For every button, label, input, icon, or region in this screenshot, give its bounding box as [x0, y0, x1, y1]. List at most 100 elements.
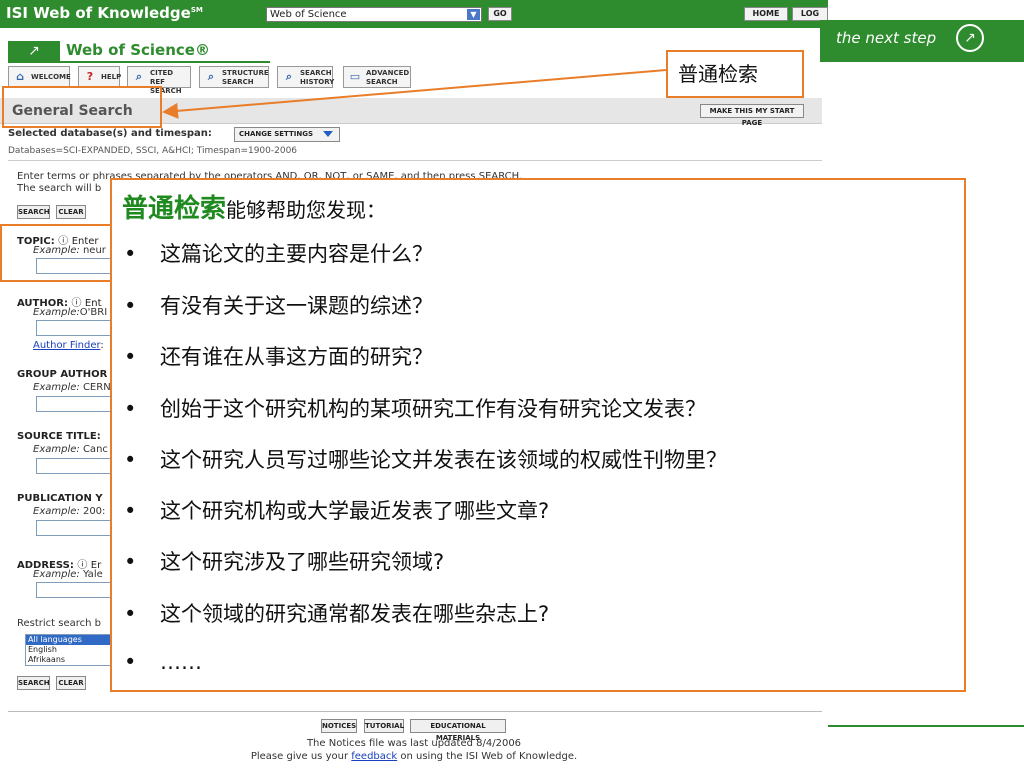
toolbar-label: SEARCH — [366, 78, 398, 86]
example-value: CERN — [82, 382, 111, 393]
magnifier-icon: ⌕ — [135, 70, 143, 83]
explanation-title-highlight: 普通检索 — [122, 194, 227, 224]
bullet-dot: • — [124, 397, 137, 421]
bullet-dot: • — [124, 345, 137, 369]
home-icon: ⌂ — [16, 70, 24, 83]
advanced-search-icon: ▭ — [349, 70, 361, 83]
clear-button[interactable]: CLEAR — [56, 205, 86, 219]
example-value: O'BRI — [79, 307, 108, 318]
toolbar-label: HISTORY — [300, 78, 335, 86]
title-highlight-box — [2, 86, 162, 128]
bullet-item: • …… — [124, 650, 202, 674]
list-item[interactable]: Afrikaans — [26, 655, 114, 665]
wos-name-mark: ® — [194, 41, 210, 59]
explanation-title: 普通检索能够帮助您发现： — [122, 188, 386, 225]
change-settings-button[interactable]: CHANGE SETTINGS — [234, 127, 340, 142]
author-finder-text[interactable]: Author Finder — [33, 340, 100, 351]
toolbar-structure-button[interactable]: ⌕ STRUCTURE SEARCH — [199, 66, 269, 88]
wos-logo: ↗ Web of Science® — [8, 41, 270, 63]
bullet-item: • 这个研究机构或大学最近发表了哪些文章? — [124, 495, 549, 525]
bullet-text: 还有谁在从事这方面的研究？ — [160, 345, 433, 369]
search-button[interactable]: SEARCH — [17, 205, 50, 219]
make-start-page-button[interactable]: MAKE THIS MY START PAGE — [700, 104, 804, 127]
example-label: Example: — [33, 444, 80, 455]
brand-title: ISI Web of KnowledgeSM — [6, 4, 203, 22]
bullet-item: • 创始于这个研究机构的某项研究工作有没有研究论文发表？ — [124, 393, 706, 423]
brand-mark: SM — [190, 6, 203, 14]
toolbar-label: HELP — [101, 73, 122, 81]
example-label: Example: — [33, 506, 80, 517]
publication-year-label: PUBLICATION Y — [17, 493, 103, 504]
go-button[interactable]: GO — [488, 7, 512, 21]
source-title-example: Example: Canc — [33, 444, 108, 455]
source-title-label: SOURCE TITLE: — [17, 431, 101, 442]
divider — [8, 160, 822, 161]
bullet-item: • 这篇论文的主要内容是什么？ — [124, 238, 433, 268]
notices-button[interactable]: NOTICES — [321, 719, 357, 733]
example-label: Example: — [33, 569, 80, 580]
wos-name: Web of Science® — [66, 41, 210, 59]
example-label: Example: — [33, 245, 80, 256]
toolbar-label: SEARCH — [300, 69, 332, 77]
chevron-down-icon: ▼ — [467, 9, 480, 20]
toolbar-help-button[interactable]: ? HELP — [78, 66, 122, 88]
wos-name-text: Web of Science — [66, 41, 195, 59]
toolbar-label: SEARCH — [222, 78, 254, 86]
explanation-panel: 普通检索能够帮助您发现： • 这篇论文的主要内容是什么？ • 有没有关于这一课题的综… — [110, 178, 966, 692]
bullet-text: 这篇论文的主要内容是什么？ — [160, 242, 433, 266]
example-label: Example: — [33, 382, 80, 393]
logout-button[interactable]: LOG OUT — [792, 7, 828, 21]
restrict-label: Restrict search b — [17, 618, 102, 629]
footer-feedback: Please give us your feedback on using th… — [0, 751, 828, 762]
educational-materials-button[interactable]: EDUCATIONAL MATERIALS — [410, 719, 506, 742]
group-author-label: GROUP AUTHOR — [17, 369, 108, 380]
topic-example: Example: neur — [33, 245, 106, 256]
slogan-text: the next step — [836, 29, 937, 47]
author-example: Example:O'BRI — [33, 307, 107, 318]
toolbar-welcome-button[interactable]: ⌂ WELCOME — [8, 66, 71, 88]
brand-name: ISI Web of Knowledge — [6, 4, 191, 22]
toolbar-history-button[interactable]: ⌕ SEARCH HISTORY — [277, 66, 335, 88]
footer-feedback-pre: Please give us your — [250, 751, 352, 762]
bullet-text: 这个研究机构或大学最近发表了哪些文章? — [160, 499, 550, 523]
feedback-link[interactable]: feedback — [351, 751, 397, 762]
wos-swoosh-icon: ↗ — [8, 41, 60, 61]
example-value: Yale — [82, 569, 103, 580]
bullet-text: 创始于这个研究机构的某项研究工作有没有研究论文发表？ — [160, 397, 706, 421]
home-button[interactable]: HOME — [744, 7, 788, 21]
bullet-dot: • — [124, 294, 137, 318]
language-listbox[interactable]: All languages English Afrikaans — [25, 634, 115, 666]
bullet-item: • 这个领域的研究通常都发表在哪些杂志上? — [124, 598, 549, 628]
tutorial-button[interactable]: TUTORIAL — [364, 719, 404, 733]
example-label: Example: — [33, 307, 80, 318]
bullet-text: 这个研究涉及了哪些研究领域? — [160, 550, 445, 574]
bullet-text: 这个领域的研究通常都发表在哪些杂志上? — [160, 602, 550, 626]
example-value: neur — [82, 245, 106, 256]
list-item[interactable]: All languages — [26, 635, 114, 645]
top-bar: ISI Web of KnowledgeSM Web of Science ▼ … — [0, 0, 828, 28]
toolbar-cited-ref-button[interactable]: ⌕ CITED REF SEARCH — [127, 66, 191, 95]
database-select[interactable]: Web of Science ▼ — [266, 7, 482, 22]
next-step-icon: ↗ — [956, 24, 984, 52]
bullet-text: 有没有关于这一课题的综述？ — [160, 294, 433, 318]
bullet-dot: • — [124, 448, 137, 472]
selected-db-label: Selected database(s) and timespan: — [8, 128, 212, 139]
bullet-item: • 还有谁在从事这方面的研究？ — [124, 341, 433, 371]
clear-button-bottom[interactable]: CLEAR — [56, 676, 86, 690]
bullet-dot: • — [124, 499, 137, 523]
bullet-dot: • — [124, 550, 137, 574]
author-finder-link[interactable]: Author Finder: — [33, 340, 104, 351]
search-button-bottom[interactable]: SEARCH — [17, 676, 50, 690]
bullet-item: • 这个研究涉及了哪些研究领域? — [124, 546, 444, 576]
list-item[interactable]: English — [26, 645, 114, 655]
example-value: Canc — [82, 444, 108, 455]
right-divider — [828, 725, 1024, 727]
example-value: 200: — [82, 506, 106, 517]
structure-icon: ⌕ — [207, 70, 215, 83]
bullet-text: 这个研究人员写过哪些论文并发表在该领域的权威性刊物里？ — [160, 448, 727, 472]
toolbar-advanced-button[interactable]: ▭ ADVANCED SEARCH — [343, 66, 411, 88]
callout-label: 普通检索 — [666, 50, 804, 98]
address-example: Example: Yale — [33, 569, 103, 580]
change-settings-label: CHANGE SETTINGS — [239, 130, 314, 138]
bullet-item: • 有没有关于这一课题的综述？ — [124, 290, 433, 320]
